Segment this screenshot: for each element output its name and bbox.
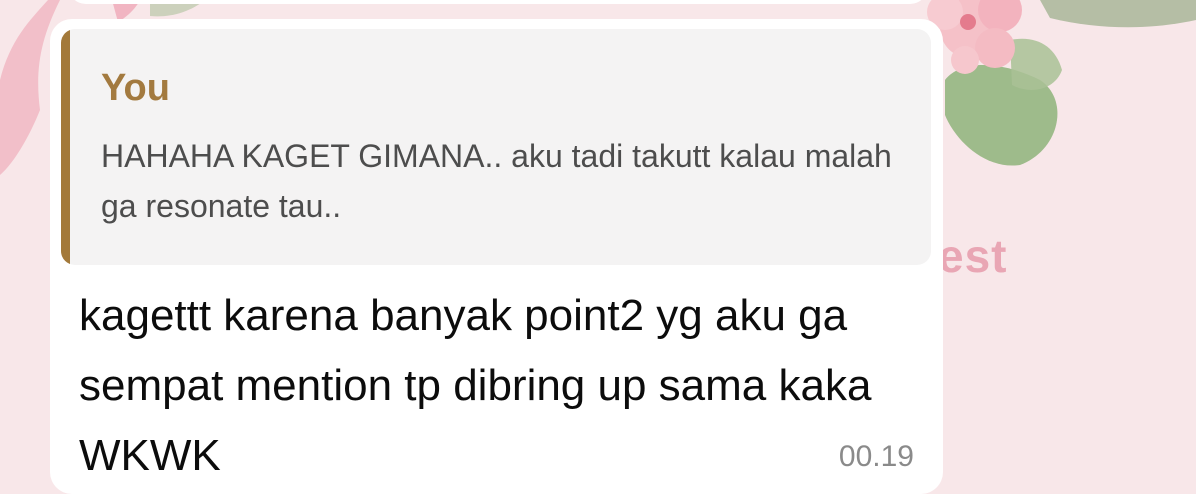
- message-bubble[interactable]: You HAHAHA KAGET GIMANA.. aku tadi takut…: [50, 19, 943, 494]
- message-timestamp: 00.19: [838, 440, 914, 473]
- previous-message-bubble[interactable]: [68, 0, 928, 4]
- message-text: kagettt karena banyak point2 yg aku ga s…: [79, 291, 872, 480]
- wallpaper-text: est: [938, 230, 1008, 282]
- quote-author: You: [101, 67, 170, 109]
- quoted-reply[interactable]: You HAHAHA KAGET GIMANA.. aku tadi takut…: [61, 29, 931, 265]
- quote-accent-bar: [61, 29, 70, 265]
- quote-text: HAHAHA KAGET GIMANA.. aku tadi takutt ka…: [101, 138, 892, 224]
